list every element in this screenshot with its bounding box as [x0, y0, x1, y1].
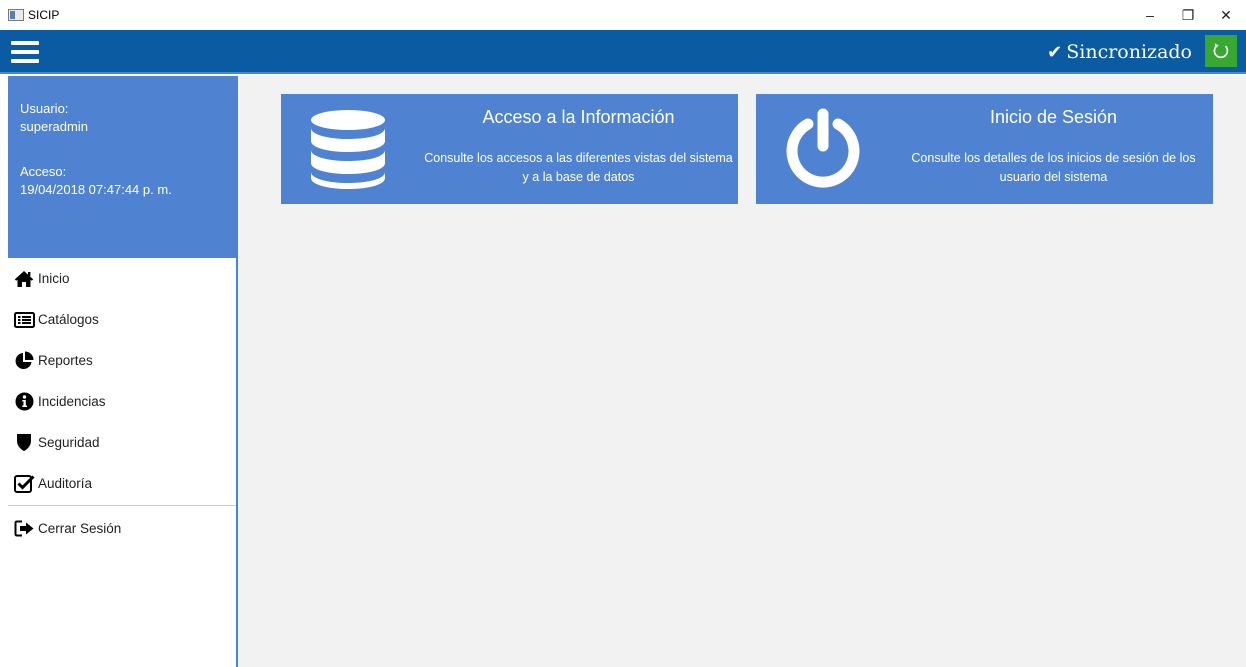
card-inicio-sesion[interactable]: Inicio de Sesión Consulte los detalles d… — [756, 94, 1213, 204]
info-icon — [13, 392, 35, 412]
hamburger-menu-icon[interactable] — [11, 41, 39, 63]
card-description: Consulte los detalles de los inicios de … — [911, 151, 1196, 184]
card-title: Inicio de Sesión — [989, 107, 1118, 127]
user-info-panel: Usuario: superadmin Acceso: 19/04/2018 0… — [8, 76, 238, 258]
card-title: Acceso a la Información — [482, 107, 675, 127]
sidebar-item-label: Inicio — [38, 271, 70, 286]
user-label: Usuario: — [20, 101, 69, 116]
sidebar-item-label: Catálogos — [38, 312, 99, 327]
sidebar-item-catalogos[interactable]: Catálogos — [0, 299, 236, 340]
app-window-icon — [8, 9, 24, 21]
sidebar-item-cerrar-sesion[interactable]: Cerrar Sesión — [0, 508, 236, 549]
sidebar-item-label: Reportes — [38, 353, 93, 368]
sidebar-item-auditoria[interactable]: Auditoría — [0, 463, 236, 504]
sidebar-item-label: Seguridad — [38, 435, 100, 450]
sidebar-nav: Inicio Catálogos Reportes Incidencias Se… — [0, 258, 236, 549]
sidebar-item-incidencias[interactable]: Incidencias — [0, 381, 236, 422]
database-icon — [311, 110, 385, 189]
restore-button[interactable]: ❐ — [1168, 0, 1208, 30]
card-acceso-informacion[interactable]: Acceso a la Información Consulte los acc… — [281, 94, 738, 204]
sidebar-item-inicio[interactable]: Inicio — [0, 258, 236, 299]
user-name: superadmin — [20, 119, 88, 134]
access-datetime: 19/04/2018 07:47:44 p. m. — [20, 182, 172, 197]
pie-chart-icon — [13, 351, 35, 371]
sync-status: ✔ Sincronizado — [1047, 41, 1192, 63]
sidebar-item-reportes[interactable]: Reportes — [0, 340, 236, 381]
shield-icon — [13, 433, 35, 453]
window-title: SICIP — [28, 8, 60, 22]
close-button[interactable]: ✕ — [1206, 0, 1246, 30]
sidebar-item-label: Incidencias — [38, 394, 106, 409]
main-content: Acceso a la Información Consulte los acc… — [238, 76, 1246, 667]
sidebar: Usuario: superadmin Acceso: 19/04/2018 0… — [0, 76, 238, 667]
checkbox-icon — [13, 474, 35, 494]
check-icon: ✔ — [1047, 42, 1063, 63]
sidebar-item-seguridad[interactable]: Seguridad — [0, 422, 236, 463]
power-icon — [786, 108, 860, 188]
app-header: ✔ Sincronizado — [0, 30, 1246, 74]
sidebar-item-label: Auditoría — [38, 476, 93, 491]
access-label: Acceso: — [20, 164, 67, 179]
sync-status-label: Sincronizado — [1066, 41, 1192, 63]
sync-button[interactable] — [1205, 35, 1237, 67]
refresh-icon — [1213, 43, 1229, 59]
sidebar-divider — [8, 505, 236, 506]
card-description: Consulte los accesos a las diferentes vi… — [424, 151, 733, 184]
minimize-button[interactable]: – — [1130, 0, 1170, 30]
window-titlebar: SICIP – ❐ ✕ — [0, 0, 1246, 30]
list-icon — [13, 310, 35, 330]
sign-out-icon — [13, 519, 35, 539]
sidebar-item-label: Cerrar Sesión — [38, 521, 122, 536]
home-icon — [13, 269, 35, 289]
